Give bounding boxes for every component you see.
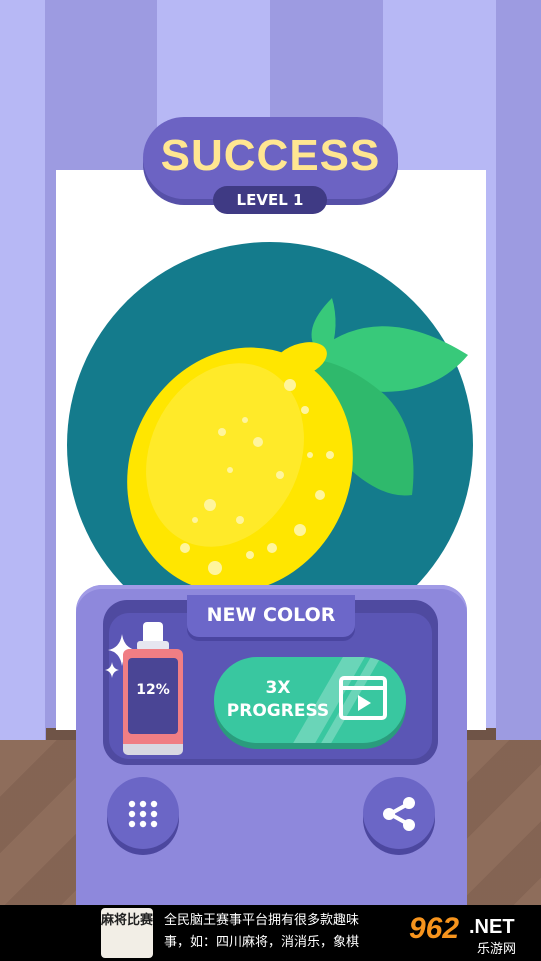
new-color-tab: NEW COLOR [187,595,355,637]
ad-thumbnail[interactable]: 麻将比赛 [101,908,153,958]
share-button[interactable] [363,777,435,849]
progress-label-line2: PROGRESS [226,701,330,721]
success-title: SUCCESS [160,131,381,180]
video-ad-icon [339,676,387,720]
spray-can-base [123,744,183,755]
logo-net: .NET [469,916,515,938]
grid-icon [128,800,158,828]
triple-progress-label: 3X PROGRESS [218,677,338,723]
level-label: LEVEL 1 [213,186,327,214]
menu-button[interactable] [107,777,179,849]
logo-chinese: 乐游网 [477,942,517,957]
color-progress-percent: 12% [136,682,170,698]
site-logo: 962 .NET 乐游网 [395,910,535,957]
logo-number: 962 [409,912,460,945]
ad-thumbnail-text: 麻将比赛 [101,913,154,928]
progress-label-line1: 3X [265,678,291,698]
share-icon [383,797,415,831]
